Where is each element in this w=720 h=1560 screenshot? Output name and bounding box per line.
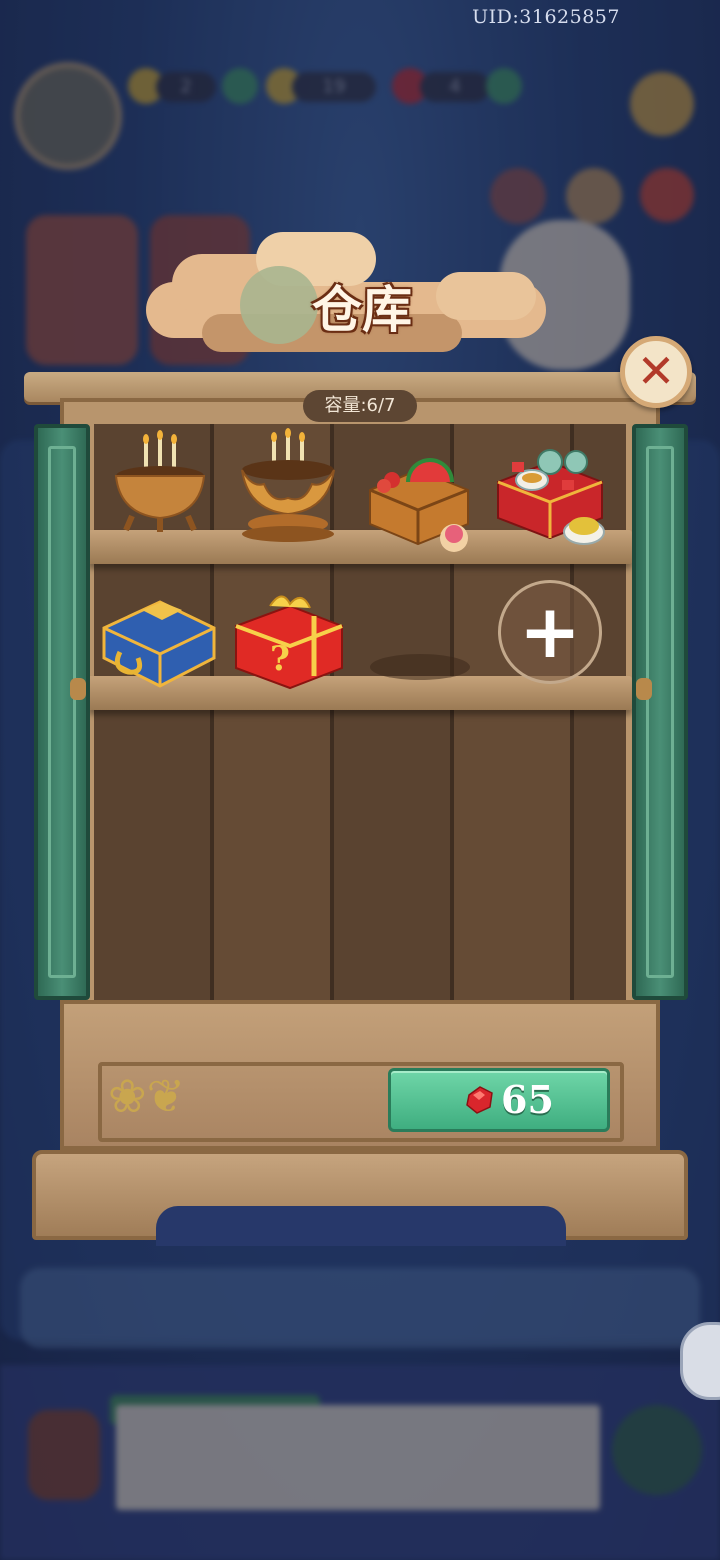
floral-ornament-icon: ❀❦: [108, 1069, 186, 1123]
base-cutout: [156, 1206, 566, 1246]
add-slot-button[interactable]: +: [498, 580, 602, 684]
censer-with-candles-icon: [114, 430, 206, 532]
close-icon: ✕: [636, 344, 676, 398]
cabinet-base: [32, 1150, 688, 1246]
uid-label: UID:31625857: [472, 6, 620, 28]
capacity-label: 容量:6/7: [303, 390, 417, 422]
red-gem-icon: [466, 1086, 493, 1114]
warehouse-title: 仓库: [312, 280, 412, 339]
door-knob-left: [70, 678, 86, 700]
door-knob-right: [636, 678, 652, 700]
expand-capacity-button[interactable]: 65: [388, 1068, 610, 1132]
expand-price: 65: [501, 1077, 554, 1122]
close-button[interactable]: ✕: [620, 336, 692, 408]
fruit-basket-icon: [369, 458, 469, 552]
cat-helper-icon[interactable]: [680, 1322, 720, 1400]
empty-slot-shadow: [370, 654, 470, 680]
cabinet-door-left: [34, 424, 90, 1000]
warehouse-item-censer[interactable]: [106, 430, 222, 540]
blue-treasure-chest-icon: [102, 600, 216, 688]
plus-icon: +: [518, 589, 581, 675]
warehouse-item-mystery-gift[interactable]: ?: [230, 590, 346, 700]
cloud-puff: [436, 272, 536, 320]
lotus-censer-icon: [241, 428, 335, 542]
cabinet-door-right: [632, 424, 688, 1000]
mystery-gift-box-icon: ?: [235, 595, 343, 690]
warehouse-item-treasure-chest[interactable]: [100, 588, 216, 698]
warehouse-item-fruit-basket[interactable]: [362, 446, 478, 556]
warehouse-item-lotus-censer[interactable]: [232, 428, 348, 542]
warehouse-item-tea-box[interactable]: [492, 440, 608, 550]
svg-text:?: ?: [270, 639, 290, 679]
tea-snack-box-icon: [497, 449, 605, 545]
